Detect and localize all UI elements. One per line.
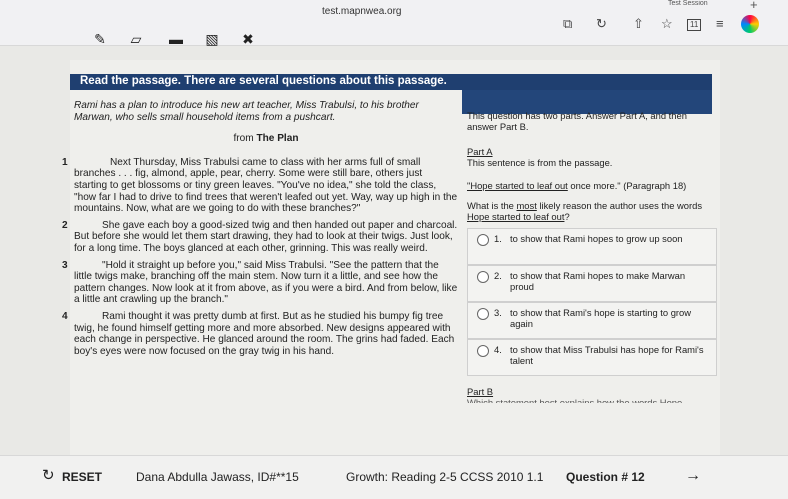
next-arrow-icon[interactable]: → [685,467,701,485]
student-name: Dana Abdulla Jawass, ID#**15 [136,470,299,484]
passage-title: The Plan [256,133,299,145]
tabs-icon[interactable]: 11 [687,19,702,31]
paragraph-number: 2 [62,219,68,231]
option-2[interactable]: 2. to show that Rami hopes to make Marwan… [467,265,717,302]
star-icon[interactable]: ☆ [661,17,673,31]
paragraph-1: 1 Next Thursday, Miss Trabulsi came to c… [62,156,458,215]
share-icon[interactable]: ⇧ [633,17,644,31]
part-b-text: Which statement best explains how the wo… [467,397,683,403]
option-3[interactable]: 3. to show that Rami's hope is starting t… [467,302,717,339]
passage: Rami has a plan to introduce his new art… [62,100,458,357]
question-instructions: This question has two parts. Answer Part… [467,110,687,132]
session-tab[interactable]: Test Session [668,0,708,7]
part-a-label: Part A [467,146,493,157]
radio-button[interactable] [477,345,489,357]
reset-button[interactable]: RESET [62,470,102,484]
book-icon[interactable]: ▧ [200,30,224,48]
new-tab-icon[interactable]: + [750,0,758,12]
passage-banner: Read the passage. There are several ques… [70,74,712,90]
pencil-icon[interactable]: ✎ [88,30,112,48]
question-panel: This question has two parts. Answer Part… [467,110,717,403]
answer-options: 1. to show that Rami hopes to grow up soo… [467,228,717,376]
assistant-icon[interactable] [741,15,759,33]
paragraph-number: 4 [62,310,68,322]
test-name: Growth: Reading 2-5 CCSS 2010 1.1 [346,470,544,484]
paragraph-2: 2 She gave each boy a good-sized twig an… [62,219,458,254]
reload-icon[interactable]: ↻ [596,17,607,31]
url-text[interactable]: test.mapnwea.org [322,6,402,17]
question-prompt: What is the most likely reason the autho… [467,200,703,222]
radio-button[interactable] [477,308,489,320]
quoted-sentence: "Hope started to leaf out once more." (P… [467,180,687,191]
question-number: Question # 12 [566,470,645,484]
menu-icon[interactable]: ≡ [716,17,724,31]
radio-button[interactable] [477,271,489,283]
answer-eliminator-icon[interactable]: ✖ [236,30,260,48]
option-1[interactable]: 1. to show that Rami hopes to grow up soo… [467,228,717,265]
paragraph-3: 3 "Hold it straight up before you," said… [62,259,458,306]
highlighter-icon[interactable]: ▬ [164,30,188,48]
reader-icon[interactable]: ⧉ [563,17,572,31]
browser-bar: test.mapnwea.org Test Session + ⧉ ↻ ⇧ ☆ … [0,0,788,46]
paragraph-4: 4 Rami thought it was pretty dumb at fir… [62,310,455,357]
eraser-icon[interactable]: ▱ [124,30,148,48]
option-4[interactable]: 4. to show that Miss Trabulsi has hope fo… [467,339,717,376]
radio-button[interactable] [477,234,489,246]
part-b-label: Part B [467,386,494,397]
sentence-intro: This sentence is from the passage. [467,157,613,168]
reset-icon[interactable]: ↻ [42,466,55,484]
status-bar: ↻ RESET Dana Abdulla Jawass, ID#**15 Gro… [0,455,788,499]
paragraph-number: 1 [62,156,68,168]
passage-intro: Rami has a plan to introduce his new art… [74,100,419,123]
passage-source: from The Plan [233,133,299,145]
paragraph-number: 3 [62,259,68,271]
